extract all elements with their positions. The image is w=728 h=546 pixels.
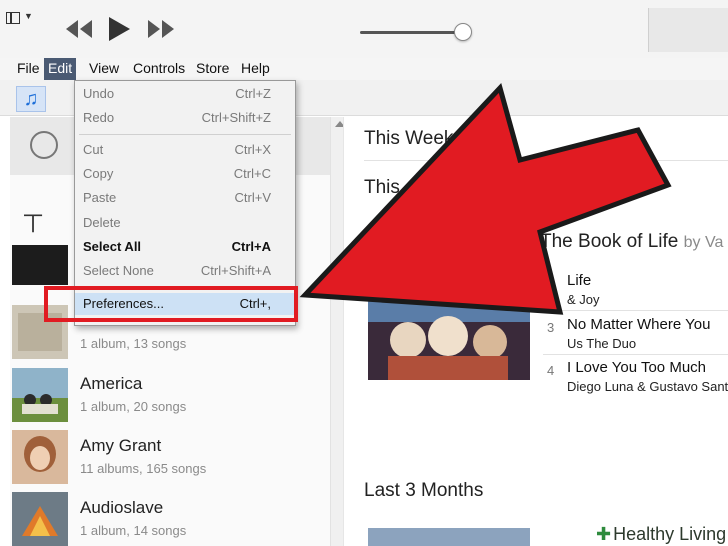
track-name: Life bbox=[567, 272, 592, 289]
album-thumb bbox=[12, 368, 68, 422]
artist-meta: 1 album, 14 songs bbox=[80, 523, 187, 538]
divider bbox=[364, 160, 728, 161]
artist-meta: 11 albums, 165 songs bbox=[80, 461, 207, 476]
menu-edit[interactable]: Edit bbox=[44, 58, 77, 80]
artist-row[interactable]: Audioslave 1 album, 14 songs bbox=[12, 492, 312, 546]
menu-controls[interactable]: Controls bbox=[129, 58, 189, 80]
artist-name: Audioslave bbox=[80, 498, 164, 517]
menu-item-redo[interactable]: Redo Ctrl+Shift+Z bbox=[75, 107, 295, 129]
menu-item-delete[interactable]: Delete bbox=[75, 212, 295, 234]
plus-icon: ✚ bbox=[596, 524, 612, 544]
volume-slider[interactable] bbox=[360, 31, 460, 34]
player-bar: ▼ bbox=[0, 0, 728, 60]
artist-meta: 1 album, 20 songs bbox=[80, 399, 187, 414]
highlight-box bbox=[44, 286, 298, 322]
pin-icon: ㄒ bbox=[22, 211, 45, 236]
menu-file[interactable]: File bbox=[13, 58, 44, 80]
menu-item-select-none[interactable]: Select None Ctrl+Shift+A bbox=[75, 260, 295, 282]
chevron-down-icon: ▼ bbox=[24, 11, 33, 21]
rewind-button[interactable] bbox=[64, 18, 94, 40]
watermark-logo: ✚ Healthy Living bbox=[596, 522, 728, 546]
menu-item-label: Select All bbox=[83, 239, 142, 254]
music-note-icon[interactable]: ♫ bbox=[16, 86, 46, 112]
volume-slider-knob[interactable] bbox=[454, 23, 472, 41]
album-title[interactable]: The Book of Life by Va bbox=[540, 231, 723, 253]
menu-item-label: Cut bbox=[83, 142, 104, 157]
album-artwork[interactable] bbox=[368, 292, 530, 380]
menu-separator bbox=[79, 134, 291, 135]
menu-item-select-all[interactable]: Select All Ctrl+A bbox=[75, 236, 295, 258]
artist-meta: 1 album, 13 songs bbox=[80, 336, 187, 351]
artist-row[interactable]: America 1 album, 20 songs bbox=[12, 368, 312, 430]
menu-item-label: Select None bbox=[83, 263, 154, 278]
play-button[interactable] bbox=[106, 16, 132, 42]
album-thumb bbox=[12, 430, 68, 484]
menu-item-shortcut: Ctrl+Shift+Z bbox=[201, 110, 271, 125]
sidebar-toggle-button[interactable]: ▼ bbox=[6, 10, 40, 28]
forward-button[interactable] bbox=[146, 18, 176, 40]
divider bbox=[543, 310, 728, 311]
watermark-text: Healthy Living bbox=[613, 524, 727, 544]
menu-item-label: Paste bbox=[83, 190, 117, 205]
track-artist: & Joy bbox=[567, 292, 600, 307]
track-name: I Love You Too Much bbox=[567, 359, 706, 376]
artist-row[interactable]: Amy Grant 11 albums, 165 songs bbox=[12, 430, 312, 492]
track-artist: Us The Duo bbox=[567, 336, 637, 351]
track-artist: Diego Luna & Gustavo Santa bbox=[567, 379, 728, 394]
section-this-week: This Week bbox=[364, 128, 454, 149]
menu-item-copy[interactable]: Copy Ctrl+C bbox=[75, 163, 295, 185]
menu-item-label: Delete bbox=[83, 215, 121, 230]
section-this-month: This bbox=[364, 177, 400, 198]
album-artist: by Va bbox=[683, 234, 724, 251]
menu-item-shortcut: Ctrl+X bbox=[234, 142, 271, 157]
album-thumb bbox=[12, 492, 68, 546]
menu-item-label: Undo bbox=[83, 86, 115, 101]
artist-thumb bbox=[12, 245, 68, 285]
menu-bar: File Edit View Controls Store Help bbox=[0, 58, 728, 80]
menu-store[interactable]: Store bbox=[192, 58, 233, 80]
album-artwork[interactable] bbox=[368, 528, 530, 546]
track-number: 4 bbox=[547, 363, 555, 378]
menu-view[interactable]: View bbox=[85, 58, 123, 80]
menu-item-shortcut: Ctrl+V bbox=[234, 190, 271, 205]
menu-help[interactable]: Help bbox=[237, 58, 274, 80]
circle-icon[interactable] bbox=[30, 131, 58, 159]
menu-item-shortcut: Ctrl+A bbox=[231, 239, 271, 254]
menu-item-label: Copy bbox=[83, 166, 114, 181]
menu-item-shortcut: Ctrl+Shift+A bbox=[200, 263, 271, 278]
menu-item-cut[interactable]: Cut Ctrl+X bbox=[75, 139, 295, 161]
menu-item-shortcut: Ctrl+Z bbox=[235, 86, 271, 101]
album-title-text: The Book of Life bbox=[540, 231, 679, 252]
track-name: No Matter Where You bbox=[567, 316, 711, 333]
menu-item-shortcut: Ctrl+C bbox=[233, 166, 271, 181]
artist-name: America bbox=[80, 374, 143, 393]
menu-item-paste[interactable]: Paste Ctrl+V bbox=[75, 187, 295, 209]
artist-name: Amy Grant bbox=[80, 436, 162, 455]
menu-item-undo[interactable]: Undo Ctrl+Z bbox=[75, 83, 295, 105]
section-last-3-months: Last 3 Months bbox=[364, 480, 484, 501]
sidebar-icon bbox=[6, 12, 20, 24]
track-number: 3 bbox=[547, 320, 555, 335]
divider bbox=[543, 354, 728, 355]
lcd-display bbox=[648, 8, 728, 52]
menu-item-label: Redo bbox=[83, 110, 115, 125]
